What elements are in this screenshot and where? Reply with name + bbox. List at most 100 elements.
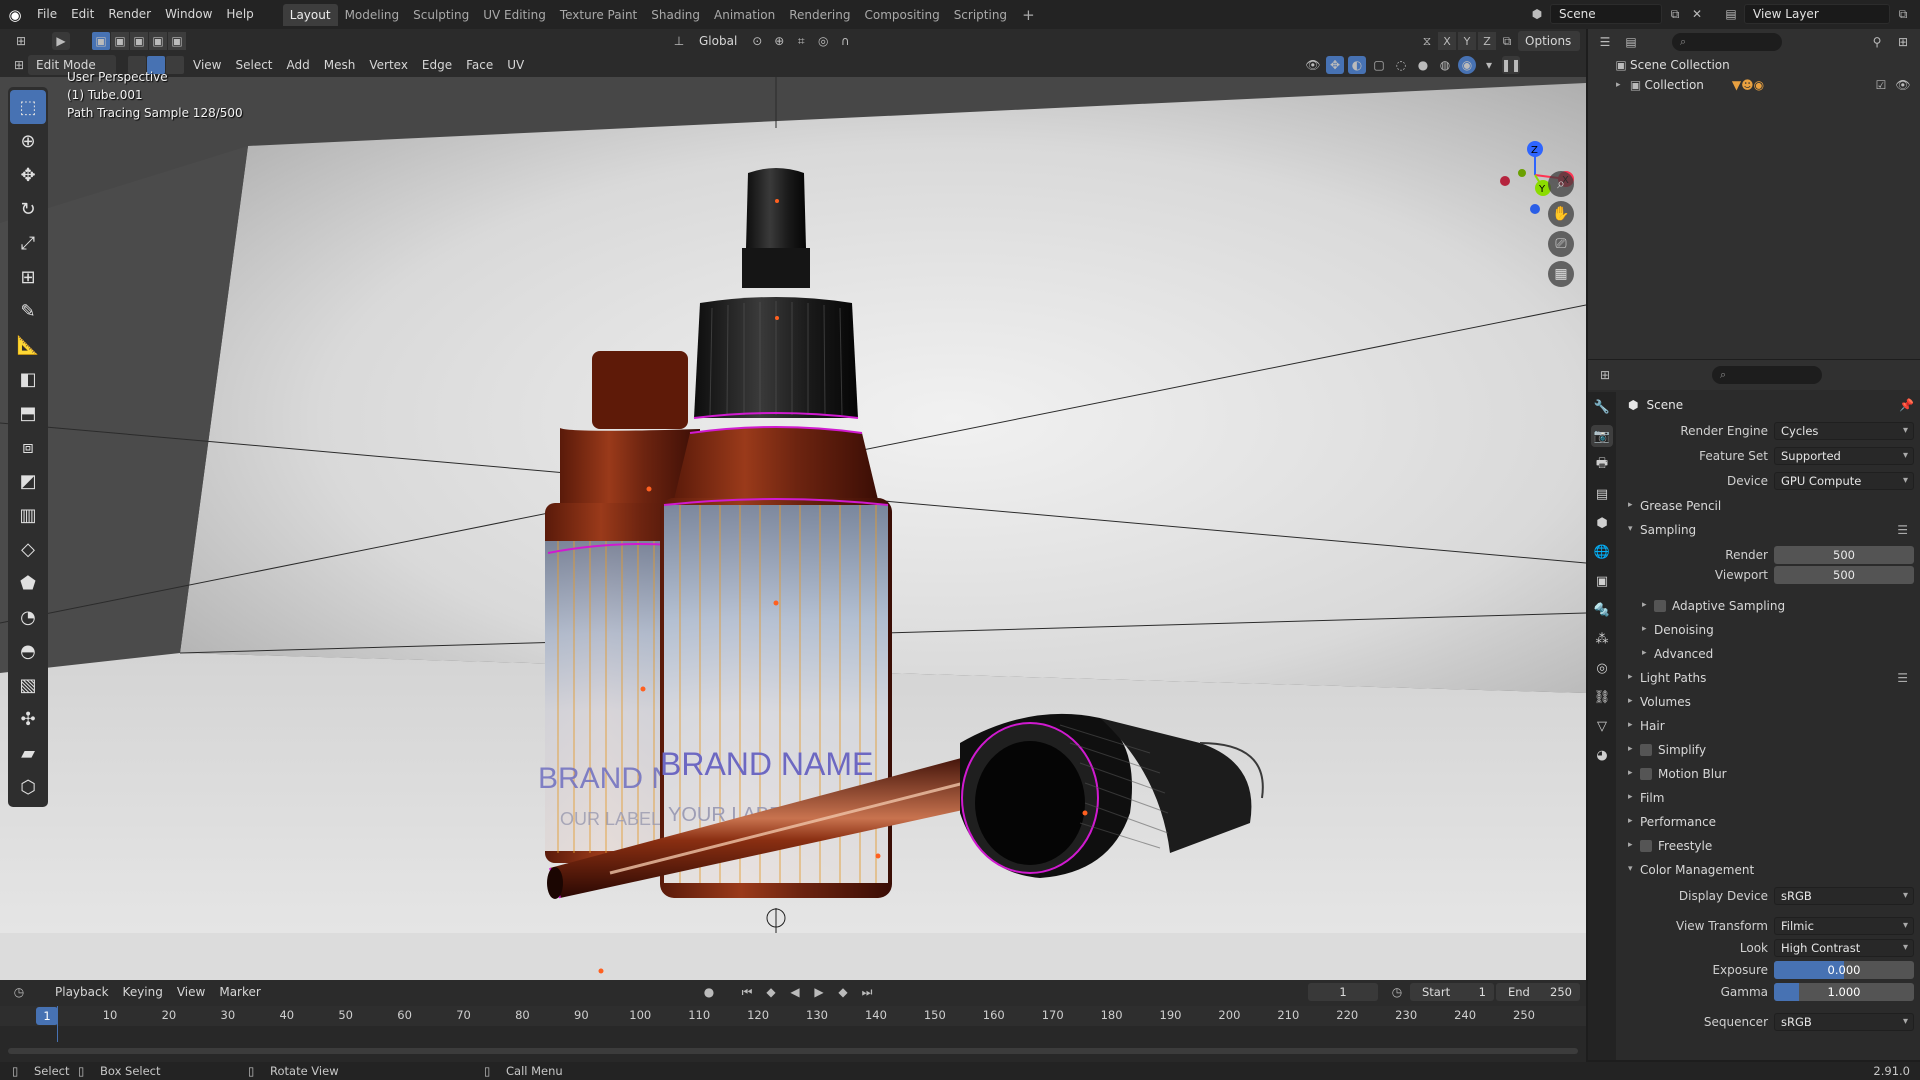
denoising-section[interactable]: ▸ Denoising [1632, 621, 1920, 641]
timeline-editor-icon[interactable]: ◷ [10, 983, 28, 1001]
shrink-fatten-tool-icon[interactable]: ✣ [10, 702, 46, 736]
mirror-y-toggle[interactable]: Y [1458, 32, 1476, 50]
motion-blur-section[interactable]: ▸ Motion Blur [1618, 765, 1920, 785]
move-tool-icon[interactable]: ✥ [10, 158, 46, 192]
freestyle-checkbox[interactable] [1640, 840, 1652, 852]
scene-collection-row[interactable]: ▣ Scene Collection [1588, 55, 1920, 75]
rendered-shading-icon[interactable]: ◉ [1458, 56, 1476, 74]
record-icon[interactable]: ● [700, 983, 718, 1001]
object-tab-icon[interactable]: ▣ [1591, 570, 1613, 592]
output-tab-icon[interactable]: 🖶 [1591, 454, 1613, 476]
menu-file[interactable]: File [30, 0, 64, 29]
inset-tool-icon[interactable]: ⧈ [10, 430, 46, 464]
sampling-section[interactable]: ▾ Sampling ☰ [1618, 521, 1920, 541]
properties-editor-icon[interactable]: ⊞ [1596, 366, 1614, 384]
volumes-section[interactable]: ▸ Volumes [1618, 693, 1920, 713]
tab-scripting[interactable]: Scripting [947, 4, 1014, 26]
editor-type-icon[interactable]: ⊞ [10, 56, 28, 74]
menu-edge[interactable]: Edge [415, 55, 459, 75]
poly-build-tool-icon[interactable]: ⬟ [10, 566, 46, 600]
render-tab-icon[interactable]: 📷 [1591, 425, 1613, 447]
playhead[interactable]: 1 [36, 1007, 58, 1025]
proportional-edit-icon[interactable]: ◎ [814, 32, 832, 50]
jump-start-icon[interactable]: ⏮ [738, 983, 756, 1001]
ortho-grid-icon[interactable]: ▦ [1548, 261, 1574, 287]
exclude-checkbox-icon[interactable]: ☑ [1872, 76, 1890, 94]
view-transform-dropdown[interactable]: Filmic [1774, 917, 1914, 935]
snap-icon[interactable]: ⊕ [770, 32, 788, 50]
display-device-dropdown[interactable]: sRGB [1774, 887, 1914, 905]
spin-tool-icon[interactable]: ◔ [10, 600, 46, 634]
play-icon[interactable]: ▶ [810, 983, 828, 1001]
tab-modeling[interactable]: Modeling [338, 4, 407, 26]
mirror-z-toggle[interactable]: Z [1478, 32, 1496, 50]
start-frame-field[interactable]: Start 1 [1410, 983, 1494, 1001]
scene-icon[interactable]: ⬢ [1528, 5, 1546, 23]
jump-end-icon[interactable]: ⏭ [858, 983, 876, 1001]
presets-list-icon[interactable]: ☰ [1897, 671, 1908, 685]
expand-arrow-icon[interactable]: ▸ [1616, 80, 1621, 90]
display-mode-icon[interactable]: ▤ [1622, 33, 1640, 51]
light-paths-section[interactable]: ▸ Light Paths ☰ [1618, 669, 1920, 689]
subtract-selection-icon[interactable]: ▣ [130, 32, 148, 50]
rotate-tool-icon[interactable]: ↻ [10, 192, 46, 226]
physics-tab-icon[interactable]: ◎ [1591, 657, 1613, 679]
tool-tab-icon[interactable]: 🔧 [1591, 396, 1613, 418]
outliner-editor-icon[interactable]: ☰ [1596, 33, 1614, 51]
frame-ruler[interactable]: 1 10 20 30 40 50 60 70 80 90 100 110 120 130 140 150 16… [0, 1006, 1586, 1026]
add-workspace-icon[interactable]: + [1014, 6, 1043, 24]
render-samples-field[interactable]: 500 [1774, 546, 1914, 564]
shear-tool-icon[interactable]: ▰ [10, 736, 46, 770]
menu-mesh[interactable]: Mesh [317, 55, 363, 75]
menu-add[interactable]: Add [280, 55, 317, 75]
adaptive-sampling-section[interactable]: ▸ Adaptive Sampling [1632, 597, 1920, 617]
color-management-section[interactable]: ▾ Color Management [1618, 861, 1920, 881]
feature-set-dropdown[interactable]: Supported [1774, 447, 1914, 465]
eye-visibility-icon[interactable]: 👁 [1894, 76, 1912, 94]
select-tool-icon[interactable]: ▶ [52, 32, 70, 50]
knife-tool-icon[interactable]: ◇ [10, 532, 46, 566]
transform-tool-icon[interactable]: ⊞ [10, 260, 46, 294]
pause-render-icon[interactable]: ❚❚ [1501, 56, 1521, 74]
menu-marker[interactable]: Marker [212, 982, 267, 1002]
next-keyframe-icon[interactable]: ◆ [834, 983, 852, 1001]
tab-uv-editing[interactable]: UV Editing [476, 4, 553, 26]
world-tab-icon[interactable]: 🌐 [1591, 541, 1613, 563]
blender-logo-icon[interactable]: ◉ [0, 0, 30, 29]
play-reverse-icon[interactable]: ◀ [786, 983, 804, 1001]
view-layer-field[interactable]: View Layer [1744, 4, 1890, 24]
menu-edit[interactable]: Edit [64, 0, 101, 29]
menu-timeline-view[interactable]: View [170, 982, 212, 1002]
properties-search-input[interactable]: ⌕ [1712, 366, 1822, 384]
collection-row[interactable]: ▸ ▣ Collection ▼☻◉ ☑ 👁 [1588, 75, 1920, 95]
viewport-samples-field[interactable]: 500 [1774, 566, 1914, 584]
menu-view[interactable]: View [186, 55, 228, 75]
auto-merge-icon[interactable]: ⧉ [1498, 32, 1516, 50]
gamma-slider[interactable]: 1.000 [1774, 983, 1914, 1001]
simplify-section[interactable]: ▸ Simplify [1618, 741, 1920, 761]
options-dropdown[interactable]: Options [1518, 31, 1580, 51]
filter-icon[interactable]: ⚲ [1868, 33, 1886, 51]
delete-view-layer-icon[interactable]: ✕ [1916, 5, 1920, 23]
menu-face[interactable]: Face [459, 55, 500, 75]
visibility-icon[interactable]: 👁 [1304, 56, 1322, 74]
menu-vertex[interactable]: Vertex [362, 55, 415, 75]
tab-animation[interactable]: Animation [707, 4, 782, 26]
intersect-selection-icon[interactable]: ▣ [168, 32, 186, 50]
editor-type-icon[interactable]: ⊞ [12, 32, 30, 50]
mirror-x-toggle[interactable]: X [1438, 32, 1456, 50]
3d-viewport[interactable]: BRAND NA OUR LABEL H BRAND NAME Z Y ⊞ Ed… [0, 53, 1586, 980]
rip-region-tool-icon[interactable]: ⬡ [10, 770, 46, 804]
adaptive-sampling-checkbox[interactable] [1654, 600, 1666, 612]
hair-section[interactable]: ▸ Hair [1618, 717, 1920, 737]
overlay-toggle-icon[interactable]: ◐ [1348, 56, 1366, 74]
bevel-tool-icon[interactable]: ◩ [10, 464, 46, 498]
scene-name-field[interactable]: Scene [1550, 4, 1662, 24]
look-dropdown[interactable]: High Contrast [1774, 939, 1914, 957]
pivot-point-icon[interactable]: ⊙ [748, 32, 766, 50]
annotate-tool-icon[interactable]: ✎ [10, 294, 46, 328]
shading-options-icon[interactable]: ▾ [1480, 56, 1498, 74]
smooth-tool-icon[interactable]: ◓ [10, 634, 46, 668]
modifier-tab-icon[interactable]: 🔩 [1591, 599, 1613, 621]
falloff-icon[interactable]: ∩ [836, 32, 854, 50]
